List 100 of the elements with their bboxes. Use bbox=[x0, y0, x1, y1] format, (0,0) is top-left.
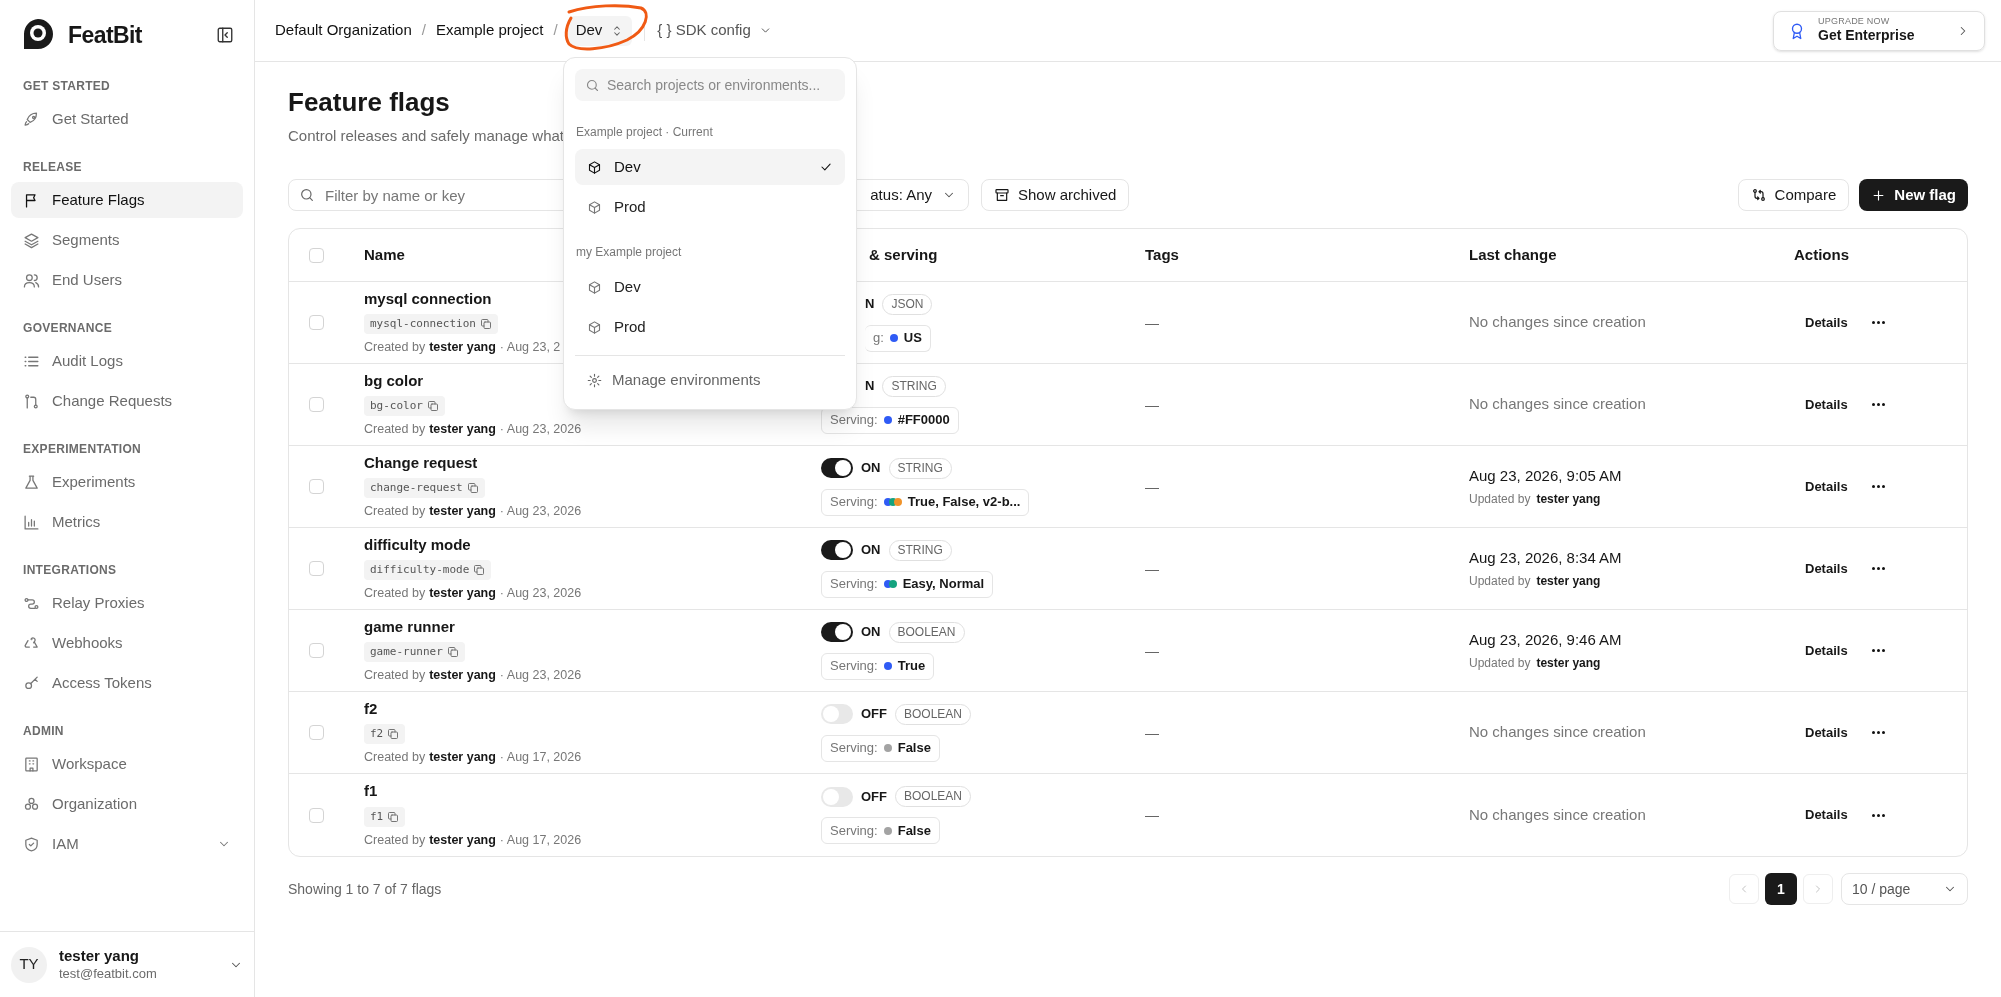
serving-chip: Serving: False bbox=[821, 817, 940, 844]
creator-name: tester yang bbox=[429, 503, 496, 521]
created-label: Created by bbox=[364, 831, 426, 849]
sidebar-item[interactable]: Relay Proxies bbox=[11, 585, 243, 621]
row-checkbox[interactable] bbox=[309, 479, 324, 494]
section-heading: ADMIN bbox=[22, 723, 65, 740]
building-icon bbox=[23, 755, 40, 773]
cube-icon bbox=[587, 319, 602, 335]
last-change-text: No changes since creation bbox=[1469, 722, 1647, 743]
sidebar-item[interactable]: Feature Flags bbox=[11, 182, 243, 218]
users-icon bbox=[23, 271, 40, 289]
flag-name[interactable]: difficulty mode bbox=[364, 533, 471, 557]
last-change-date: Aug 23, 2026, 8:34 AM bbox=[1469, 548, 1623, 569]
sidebar-item[interactable]: Experiments bbox=[11, 464, 243, 500]
more-actions-icon[interactable] bbox=[1871, 731, 1885, 734]
sidebar-item[interactable]: Metrics bbox=[11, 504, 243, 540]
details-button[interactable]: Details bbox=[1805, 805, 1848, 825]
upgrade-button[interactable]: UPGRADE NOW Get Enterprise bbox=[1773, 10, 1985, 51]
page-size-select[interactable]: 10 / page bbox=[1841, 873, 1968, 905]
sdk-config-button[interactable]: { } SDK config bbox=[657, 19, 772, 42]
manage-environments-button[interactable]: Manage environments bbox=[575, 362, 845, 398]
details-button[interactable]: Details bbox=[1805, 476, 1848, 497]
row-checkbox[interactable] bbox=[309, 643, 324, 658]
status-toggle[interactable] bbox=[821, 458, 853, 478]
environment-search-field[interactable]: Search projects or environments... bbox=[575, 69, 845, 101]
flag-key-chip: mysql-connection bbox=[364, 314, 498, 335]
user-name: tester yang bbox=[59, 947, 141, 966]
environment-switcher[interactable]: Dev bbox=[567, 15, 633, 46]
flag-key-chip: bg-color bbox=[364, 396, 445, 417]
compare-icon bbox=[1750, 187, 1767, 203]
flag-key-chip: change-request bbox=[364, 478, 485, 499]
column-header: Last change bbox=[1469, 246, 1557, 263]
new-flag-button[interactable]: New flag bbox=[1859, 179, 1968, 211]
environment-option[interactable]: Prod bbox=[575, 309, 845, 345]
more-actions-icon[interactable] bbox=[1871, 403, 1885, 406]
copy-icon bbox=[473, 564, 486, 577]
environment-option[interactable]: Dev bbox=[575, 149, 845, 185]
more-actions-icon[interactable] bbox=[1871, 485, 1885, 488]
breadcrumb-link[interactable]: Default Organization bbox=[275, 19, 412, 42]
more-actions-icon[interactable] bbox=[1871, 649, 1885, 652]
previous-page-button[interactable] bbox=[1729, 874, 1759, 904]
flag-name[interactable]: f1 bbox=[364, 780, 378, 803]
sidebar-item[interactable]: Change Requests bbox=[11, 383, 243, 419]
compare-button[interactable]: Compare bbox=[1737, 179, 1850, 211]
pull-request-icon bbox=[23, 392, 40, 410]
breadcrumb-link[interactable]: Example project bbox=[435, 19, 544, 42]
breadcrumb-separator: / bbox=[553, 20, 558, 41]
details-button[interactable]: Details bbox=[1805, 558, 1848, 579]
more-actions-icon[interactable] bbox=[1871, 567, 1885, 570]
creator-name: tester yang bbox=[429, 339, 496, 357]
row-checkbox[interactable] bbox=[309, 807, 324, 823]
environment-option[interactable]: Dev bbox=[575, 269, 845, 305]
sidebar-item[interactable]: Audit Logs bbox=[11, 343, 243, 379]
user-avatar: TY bbox=[11, 946, 47, 983]
last-change-text: No changes since creation bbox=[1469, 804, 1647, 825]
copy-icon bbox=[466, 482, 479, 495]
section-heading: RELEASE bbox=[22, 159, 83, 176]
details-button[interactable]: Details bbox=[1805, 312, 1848, 333]
updater-name: tester yang bbox=[1536, 572, 1601, 590]
flag-name[interactable]: mysql connection bbox=[364, 287, 492, 311]
sidebar-item[interactable]: Webhooks bbox=[11, 625, 243, 661]
row-checkbox[interactable] bbox=[309, 315, 324, 330]
next-page-button[interactable] bbox=[1803, 874, 1833, 904]
more-actions-icon[interactable] bbox=[1871, 321, 1885, 324]
tags-empty: — bbox=[1145, 724, 1159, 741]
row-checkbox[interactable] bbox=[309, 561, 324, 576]
tags-empty: — bbox=[1145, 396, 1159, 413]
flag-name[interactable]: Change request bbox=[364, 451, 478, 475]
tags-empty: — bbox=[1145, 314, 1159, 331]
updater-name: tester yang bbox=[1536, 654, 1601, 672]
section-heading: EXPERIMENTATION bbox=[22, 441, 143, 458]
sidebar-item[interactable]: End Users bbox=[11, 262, 243, 298]
details-button[interactable]: Details bbox=[1805, 722, 1848, 743]
page-button[interactable]: 1 bbox=[1765, 873, 1797, 905]
rocket-icon bbox=[23, 110, 40, 128]
details-button[interactable]: Details bbox=[1805, 640, 1848, 661]
sidebar-item[interactable]: Access Tokens bbox=[11, 665, 243, 701]
details-button[interactable]: Details bbox=[1805, 394, 1848, 415]
status-toggle[interactable] bbox=[821, 622, 853, 642]
copy-icon bbox=[479, 318, 492, 331]
sidebar-item[interactable]: Workspace bbox=[11, 746, 243, 782]
sidebar-item[interactable]: Organization bbox=[11, 786, 243, 822]
sidebar-item[interactable]: Segments bbox=[11, 222, 243, 258]
row-checkbox[interactable] bbox=[309, 397, 324, 412]
copy-icon bbox=[387, 728, 400, 741]
flag-key-chip: game-runner bbox=[364, 642, 465, 663]
key-icon bbox=[23, 674, 40, 692]
flag-key-chip: f1 bbox=[364, 806, 406, 827]
flag-key-chip: difficulty-mode bbox=[364, 560, 492, 581]
sidebar-item[interactable]: Get Started bbox=[11, 101, 243, 137]
flag-name[interactable]: game runner bbox=[364, 615, 455, 639]
more-actions-icon[interactable] bbox=[1871, 813, 1885, 817]
pagination-summary: Showing 1 to 7 of 7 flags bbox=[288, 879, 443, 899]
flag-name[interactable]: f2 bbox=[364, 697, 378, 721]
select-all-checkbox[interactable] bbox=[309, 247, 324, 263]
sidebar-item[interactable]: IAM bbox=[11, 826, 243, 862]
status-toggle[interactable] bbox=[821, 540, 853, 560]
show-archived-button[interactable]: Show archived bbox=[981, 179, 1130, 211]
flag-name[interactable]: bg color bbox=[364, 369, 424, 393]
row-checkbox[interactable] bbox=[309, 725, 324, 740]
